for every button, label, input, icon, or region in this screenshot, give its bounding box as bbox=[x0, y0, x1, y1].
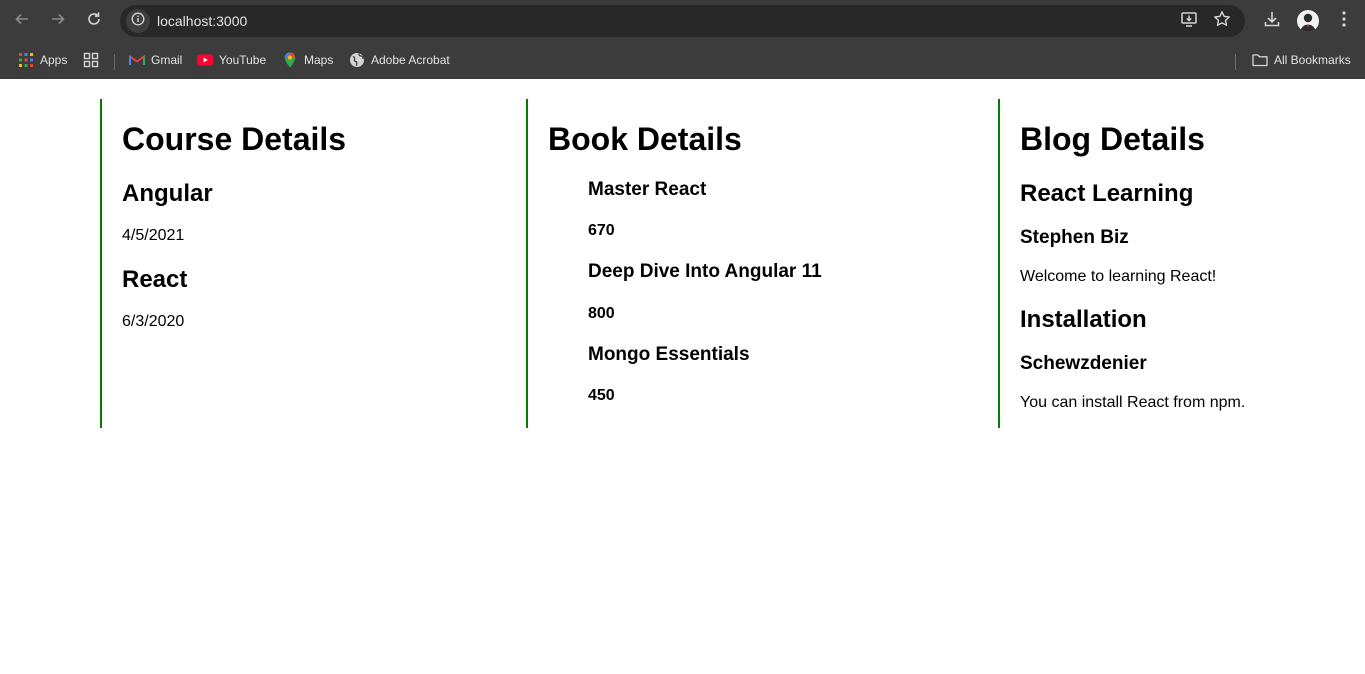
book-details-section: Book Details Master React 670 Deep Dive … bbox=[526, 99, 976, 428]
browser-menu-button[interactable] bbox=[1332, 9, 1356, 33]
download-icon bbox=[1263, 10, 1281, 33]
bookmark-apps[interactable]: Apps bbox=[18, 50, 67, 70]
book-details-title: Book Details bbox=[548, 121, 742, 157]
gmail-icon bbox=[129, 52, 145, 68]
youtube-icon bbox=[197, 52, 213, 68]
book-price: 670 bbox=[588, 222, 615, 239]
downloads-button[interactable] bbox=[1260, 9, 1284, 33]
reload-icon bbox=[86, 11, 102, 32]
blog-details-title: Blog Details bbox=[1020, 121, 1205, 157]
bookmark-label: Adobe Acrobat bbox=[371, 53, 450, 67]
globe-icon bbox=[349, 52, 365, 68]
bookmark-adobe-acrobat[interactable]: Adobe Acrobat bbox=[349, 50, 450, 70]
forward-button[interactable] bbox=[46, 9, 70, 33]
book-name: Master React bbox=[588, 179, 707, 200]
blog-post-title: Installation bbox=[1020, 306, 1147, 333]
book-price: 800 bbox=[588, 305, 615, 322]
arrow-left-icon bbox=[14, 11, 30, 32]
bookmark-star-button[interactable] bbox=[1212, 10, 1232, 33]
address-bar[interactable]: localhost:3000 bbox=[120, 5, 1245, 37]
bookmark-label: YouTube bbox=[219, 53, 267, 67]
bookmarks-divider bbox=[1235, 54, 1236, 70]
page-content: Course Details Angular 4/5/2021 React 6/… bbox=[0, 79, 1365, 674]
course-date: 4/5/2021 bbox=[122, 227, 185, 244]
url-text[interactable]: localhost:3000 bbox=[157, 13, 247, 29]
book-name: Mongo Essentials bbox=[588, 344, 750, 365]
info-icon bbox=[131, 12, 145, 31]
blog-post-title: React Learning bbox=[1020, 180, 1194, 207]
site-info-button[interactable] bbox=[126, 9, 150, 33]
bookmark-maps[interactable]: Maps bbox=[282, 50, 333, 70]
all-bookmarks-button[interactable]: All Bookmarks bbox=[1252, 50, 1351, 70]
bookmark-youtube[interactable]: YouTube bbox=[197, 50, 266, 70]
folder-icon bbox=[1252, 52, 1268, 68]
browser-toolbar: localhost:3000 bbox=[0, 0, 1365, 42]
book-name: Deep Dive Into Angular 11 bbox=[588, 261, 822, 282]
book-price: 450 bbox=[588, 387, 615, 404]
blog-content: Welcome to learning React! bbox=[1020, 268, 1217, 285]
bookmark-label: Gmail bbox=[151, 53, 183, 67]
kebab-menu-icon bbox=[1341, 10, 1347, 33]
blog-details-section: Blog Details React Learning Stephen Biz … bbox=[998, 99, 1298, 428]
bookmark-gmail[interactable]: Gmail bbox=[129, 50, 182, 70]
bookmark-label: Apps bbox=[40, 53, 68, 67]
course-date: 6/3/2020 bbox=[122, 313, 185, 330]
install-app-icon bbox=[1180, 10, 1198, 33]
blog-author: Schewzdenier bbox=[1020, 353, 1147, 374]
tab-groups-icon bbox=[83, 52, 99, 68]
bookmarks-divider bbox=[114, 54, 115, 70]
install-app-button[interactable] bbox=[1179, 11, 1199, 31]
back-button[interactable] bbox=[10, 9, 34, 33]
tab-groups-button[interactable] bbox=[83, 50, 105, 70]
course-details-title: Course Details bbox=[122, 121, 347, 157]
blog-content: You can install React from npm. bbox=[1020, 394, 1246, 411]
bookmark-label: Maps bbox=[304, 53, 334, 67]
course-name: Angular bbox=[122, 180, 213, 207]
all-bookmarks-label: All Bookmarks bbox=[1274, 53, 1351, 67]
arrow-right-icon bbox=[50, 11, 66, 32]
apps-grid-icon bbox=[18, 52, 34, 68]
bookmarks-bar: Apps Gmail YouTube Maps Adobe Acrobat Al… bbox=[0, 42, 1365, 79]
course-name: React bbox=[122, 266, 188, 293]
profile-avatar[interactable] bbox=[1297, 10, 1319, 32]
course-details-section: Course Details Angular 4/5/2021 React 6/… bbox=[100, 99, 500, 428]
maps-icon bbox=[282, 52, 298, 68]
star-icon bbox=[1213, 10, 1231, 33]
blog-author: Stephen Biz bbox=[1020, 227, 1129, 248]
reload-button[interactable] bbox=[82, 9, 106, 33]
